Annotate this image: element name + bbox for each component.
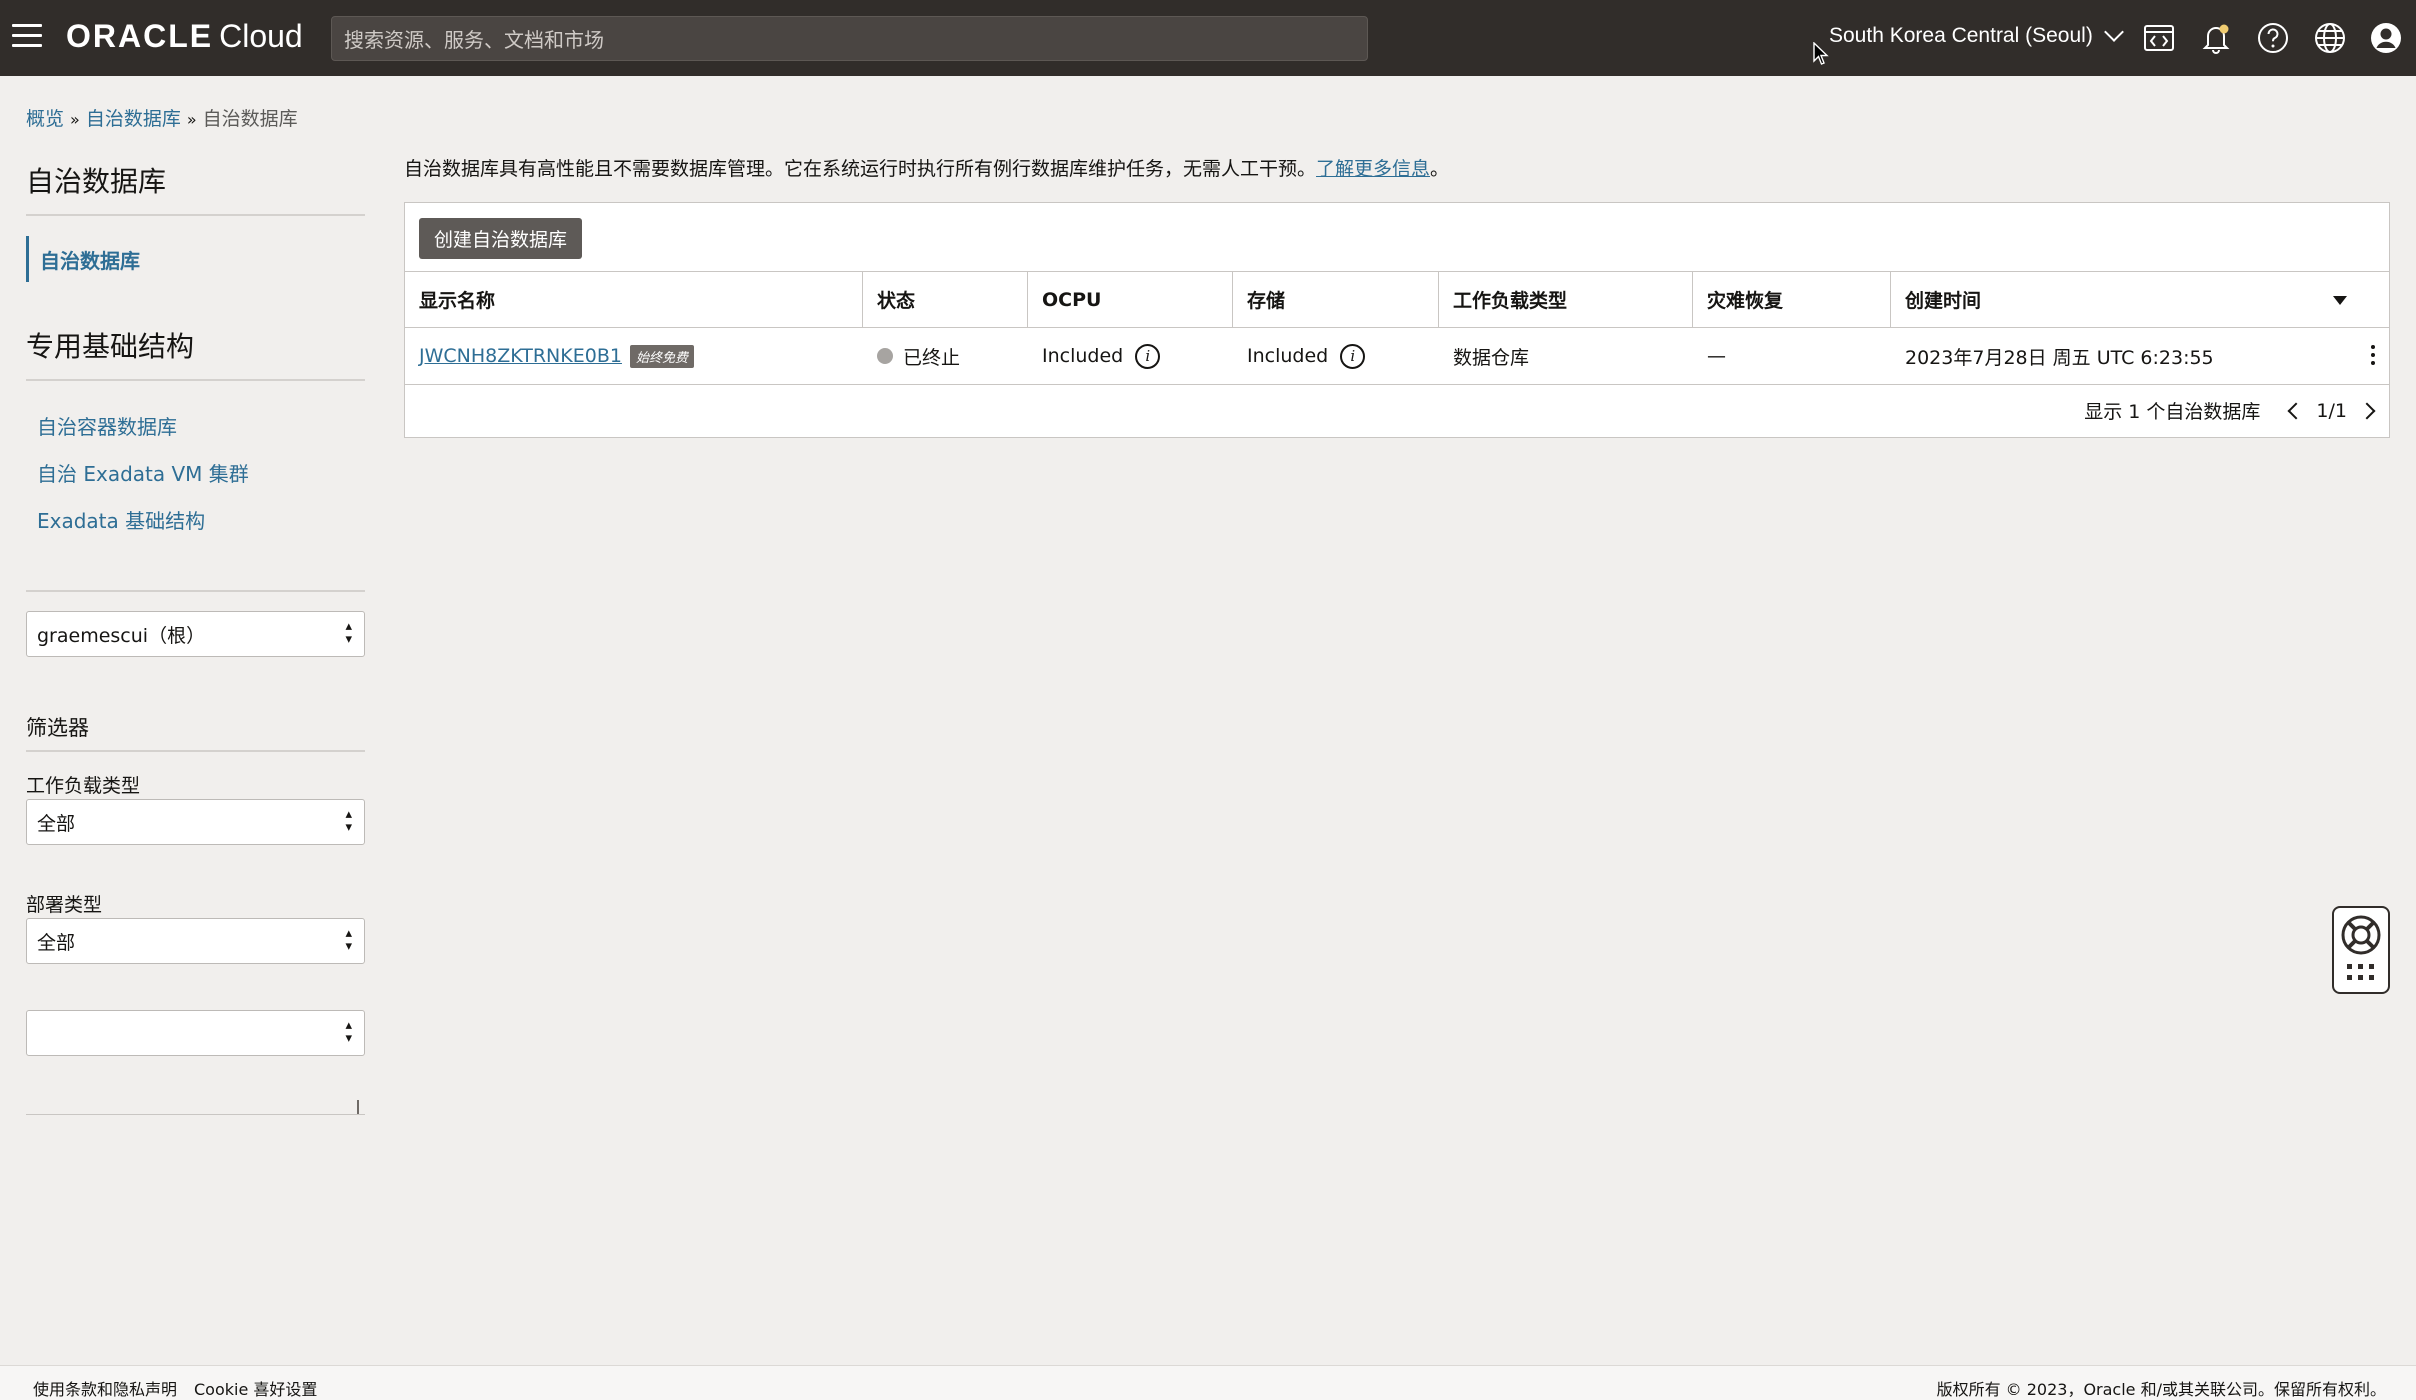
cell-display-name: JWCNH8ZKTRNKE0B1 始终免费	[405, 328, 863, 384]
updown-chevron-icon: ▴ ▾	[345, 1018, 352, 1046]
region-selector[interactable]: South Korea Central (Seoul)	[1829, 22, 2124, 48]
column-header-storage[interactable]: 存储	[1233, 272, 1439, 327]
column-header-state[interactable]: 状态	[863, 272, 1028, 327]
sidebar-divider	[26, 590, 365, 592]
intro-end: 。	[1430, 158, 1450, 180]
cell-ocpu: Included i	[1028, 328, 1233, 384]
column-header-display-name[interactable]: 显示名称	[405, 272, 863, 327]
sidebar-divider	[26, 379, 365, 381]
column-header-disaster-recovery[interactable]: 灾难恢复	[1693, 272, 1891, 327]
compartment-select[interactable]: graemescui（根） ▴ ▾	[26, 611, 365, 657]
updown-chevron-icon: ▴ ▾	[345, 619, 352, 647]
deployment-type-value: 全部	[37, 931, 76, 954]
sidebar-item-label: 自治数据库	[40, 248, 140, 273]
sidebar-item-container-db[interactable]: 自治容器数据库	[37, 411, 177, 440]
sidebar-divider	[26, 214, 365, 216]
help-widget[interactable]	[2332, 906, 2390, 994]
copyright-text: 版权所有 © 2023，Oracle 和/或其关联公司。保留所有权利。	[1936, 1380, 2386, 1399]
page-footer: 使用条款和隐私声明 Cookie 喜好设置 版权所有 © 2023，Oracle…	[0, 1365, 2416, 1400]
chevron-left-icon[interactable]	[2287, 402, 2305, 419]
breadcrumb-overview[interactable]: 概览	[26, 108, 64, 130]
sidebar-section-title: 专用基础结构	[26, 330, 195, 363]
sidebar-item-exadata-vm-cluster[interactable]: 自治 Exadata VM 集群	[37, 458, 249, 487]
breadcrumb: 概览 » 自治数据库 » 自治数据库	[26, 104, 298, 131]
brand-cloud: Cloud	[219, 18, 303, 54]
learn-more-link[interactable]: 了解更多信息	[1316, 158, 1430, 180]
notification-bell-icon[interactable]	[2199, 21, 2233, 55]
row-actions-kebab-icon[interactable]	[2371, 345, 2377, 369]
compartment-value: graemescui（根）	[37, 624, 206, 647]
workload-type-select[interactable]: 全部 ▴ ▾	[26, 799, 365, 845]
mouse-cursor-icon	[1813, 42, 1829, 65]
breadcrumb-separator: »	[186, 110, 197, 129]
sort-caret-down-icon[interactable]	[2333, 296, 2347, 305]
pagination-summary: 显示 1 个自治数据库	[2084, 401, 2261, 423]
info-icon[interactable]: i	[1340, 343, 1366, 369]
search-placeholder: 搜索资源、服务、文档和市场	[344, 28, 604, 52]
db-name-link[interactable]: JWCNH8ZKTRNKE0B1	[419, 345, 622, 367]
hamburger-menu-icon[interactable]	[12, 24, 42, 50]
breadcrumb-separator: »	[70, 110, 80, 129]
cell-workload-type: 数据仓库	[1453, 346, 1530, 369]
filters-divider	[26, 750, 365, 752]
updown-chevron-icon: ▴ ▾	[345, 926, 352, 954]
chevron-right-icon[interactable]	[2358, 402, 2376, 419]
column-header-created-label: 创建时间	[1905, 290, 1982, 312]
cell-storage: Included i	[1233, 328, 1439, 384]
intro-text: 自治数据库具有高性能且不需要数据库管理。它在系统运行时执行所有例行数据库维护任务…	[404, 154, 1449, 181]
region-label: South Korea Central (Seoul)	[1829, 24, 2093, 47]
cell-disaster-recovery: —	[1707, 345, 1726, 367]
terms-privacy-link[interactable]: 使用条款和隐私声明	[33, 1376, 177, 1400]
workload-type-label: 工作负载类型	[26, 775, 141, 797]
help-icon[interactable]	[2256, 21, 2290, 55]
oracle-cloud-logo[interactable]: ORACLE Cloud	[66, 18, 303, 55]
chevron-down-icon	[2103, 22, 2124, 42]
sidebar-item-exadata-infrastructure[interactable]: Exadata 基础结构	[37, 505, 205, 534]
filters-title: 筛选器	[26, 716, 89, 740]
lifebuoy-icon	[2341, 915, 2381, 980]
column-header-workload-type[interactable]: 工作负载类型	[1439, 272, 1693, 327]
breadcrumb-autonomous-db[interactable]: 自治数据库	[86, 108, 181, 130]
info-icon[interactable]: i	[1135, 343, 1161, 369]
deployment-type-select[interactable]: 全部 ▴ ▾	[26, 918, 365, 964]
table-row: JWCNH8ZKTRNKE0B1 始终免费 已终止 Included i Inc…	[405, 328, 2389, 385]
always-free-badge: 始终免费	[629, 344, 694, 368]
status-dot-icon	[877, 348, 893, 364]
intro-description: 自治数据库具有高性能且不需要数据库管理。它在系统运行时执行所有例行数据库维护任务…	[404, 158, 1317, 180]
search-input[interactable]: 搜索资源、服务、文档和市场	[331, 16, 1368, 61]
top-navigation-bar: ORACLE Cloud 搜索资源、服务、文档和市场 South Korea Ce…	[0, 0, 2416, 76]
workload-type-value: 全部	[37, 812, 76, 835]
sidebar-title: 自治数据库	[26, 165, 167, 198]
status-text: 已终止	[903, 346, 961, 369]
pagination: 显示 1 个自治数据库 1/1	[2084, 397, 2376, 424]
additional-filter-select[interactable]: ▴ ▾	[26, 1010, 365, 1056]
column-header-created[interactable]: 创建时间	[1891, 272, 2389, 327]
autonomous-db-list-panel: 创建自治数据库 显示名称 状态 OCPU 存储 工作负载类型 灾难恢复 创建时间…	[404, 202, 2390, 438]
cookie-preferences-link[interactable]: Cookie 喜好设置	[194, 1376, 317, 1400]
updown-chevron-icon: ▴ ▾	[345, 807, 352, 835]
breadcrumb-current: 自治数据库	[202, 108, 298, 130]
brand-oracle: ORACLE	[66, 18, 214, 54]
cloud-shell-icon[interactable]	[2142, 21, 2176, 55]
sidebar-item-autonomous-db[interactable]: 自治数据库	[26, 236, 140, 282]
resize-handle[interactable]	[357, 1100, 359, 1114]
cell-created: 2023年7月28日 周五 UTC 6:23:55	[1905, 346, 2214, 369]
user-profile-icon[interactable]	[2369, 21, 2403, 55]
sidebar-bottom-divider	[26, 1114, 365, 1115]
cell-state: 已终止	[863, 328, 1028, 384]
deployment-type-label: 部署类型	[26, 894, 103, 916]
globe-icon[interactable]	[2313, 21, 2347, 55]
pagination-pages: 1/1	[2316, 399, 2347, 422]
column-header-ocpu[interactable]: OCPU	[1028, 272, 1233, 327]
table-header: 显示名称 状态 OCPU 存储 工作负载类型 灾难恢复 创建时间	[405, 271, 2389, 328]
ocpu-value: Included	[1042, 345, 1124, 367]
storage-value: Included	[1247, 345, 1329, 367]
create-autonomous-db-button[interactable]: 创建自治数据库	[419, 218, 583, 259]
